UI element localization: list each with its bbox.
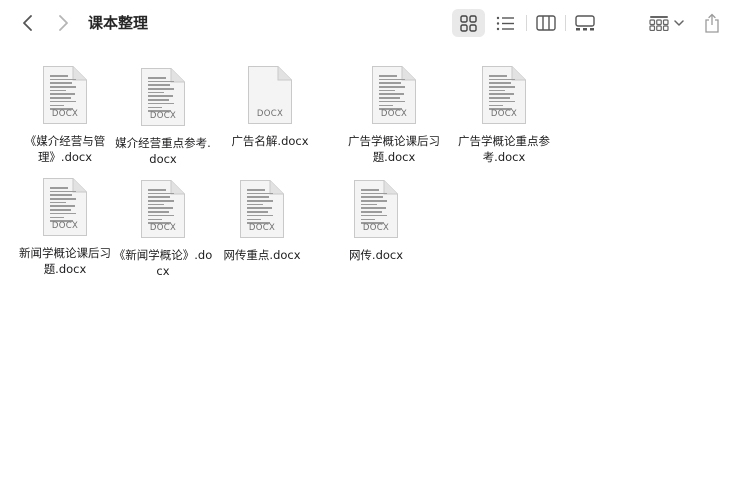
- docx-file-icon: DOCX: [247, 65, 293, 125]
- chevron-right-icon: [59, 15, 68, 31]
- list-view-icon: [496, 16, 514, 30]
- file-name-label: 网传重点.docx: [223, 248, 301, 262]
- finder-toolbar: 课本整理: [0, 0, 739, 46]
- grid-view-icon: [460, 14, 477, 32]
- file-item[interactable]: DOCX 广告学概论重点参考.docx: [454, 65, 554, 165]
- document-preview-lines: [379, 75, 405, 112]
- docx-file-icon: DOCX: [140, 67, 186, 127]
- document-preview-lines: [247, 189, 273, 226]
- file-extension-label: DOCX: [149, 223, 177, 233]
- group-by-icon: [648, 16, 669, 31]
- file-extension-label: DOCX: [248, 223, 276, 233]
- document-preview-lines: [50, 187, 76, 224]
- column-view-button[interactable]: [529, 9, 562, 37]
- chevron-left-icon: [23, 15, 32, 31]
- docx-file-icon: DOCX: [42, 177, 88, 237]
- file-extension-label: DOCX: [362, 223, 390, 233]
- file-item[interactable]: DOCX 《新闻学概论》.docx: [113, 179, 213, 279]
- file-name-label: 《新闻学概论》.docx: [113, 248, 213, 278]
- gallery-view-button[interactable]: [568, 9, 601, 37]
- file-item[interactable]: DOCX 媒介经营重点参考.docx: [113, 67, 213, 167]
- file-extension-label: DOCX: [380, 109, 408, 119]
- file-extension-label: DOCX: [490, 109, 518, 119]
- document-preview-lines: [148, 77, 174, 114]
- window-title: 课本整理: [88, 14, 149, 32]
- file-item[interactable]: DOCX 广告学概论课后习题.docx: [344, 65, 444, 165]
- file-name-label: 媒介经营重点参考.docx: [115, 136, 211, 166]
- docx-file-icon: DOCX: [353, 179, 399, 239]
- icon-view-button[interactable]: [452, 9, 485, 37]
- docx-file-icon: DOCX: [239, 179, 285, 239]
- docx-file-icon: DOCX: [481, 65, 527, 125]
- column-view-icon: [535, 15, 556, 31]
- file-name-label: 网传.docx: [348, 248, 404, 262]
- docx-file-icon: DOCX: [42, 65, 88, 125]
- file-name-label: 新闻学概论课后习题.docx: [19, 246, 111, 276]
- share-button[interactable]: [698, 9, 726, 37]
- group-by-button[interactable]: [644, 9, 688, 37]
- file-name-label: 广告学概论重点参考.docx: [458, 134, 550, 164]
- file-extension-label: DOCX: [256, 109, 284, 119]
- file-item[interactable]: DOCX 网传.docx: [326, 179, 426, 263]
- document-preview-lines: [489, 75, 515, 112]
- file-extension-label: DOCX: [51, 221, 79, 231]
- file-name-label: 广告名解.docx: [231, 134, 309, 148]
- file-name-label: 广告学概论课后习题.docx: [348, 134, 440, 164]
- file-name-label: 《媒介经营与管理》.docx: [24, 134, 106, 164]
- toolbar-divider: [565, 15, 566, 31]
- file-extension-label: DOCX: [51, 109, 79, 119]
- gallery-view-icon: [574, 15, 595, 31]
- forward-button[interactable]: [50, 10, 76, 36]
- toolbar-divider: [526, 15, 527, 31]
- share-icon: [705, 13, 719, 33]
- back-button[interactable]: [15, 10, 41, 36]
- document-preview-lines: [50, 75, 76, 112]
- file-item[interactable]: DOCX 网传重点.docx: [212, 179, 312, 263]
- chevron-down-icon: [673, 20, 684, 26]
- docx-file-icon: DOCX: [140, 179, 186, 239]
- file-extension-label: DOCX: [149, 111, 177, 121]
- file-item[interactable]: DOCX 新闻学概论课后习题.docx: [15, 177, 115, 277]
- file-item[interactable]: DOCX 广告名解.docx: [220, 65, 320, 149]
- document-preview-lines: [148, 189, 174, 226]
- file-item[interactable]: DOCX 《媒介经营与管理》.docx: [15, 65, 115, 165]
- document-preview-lines: [361, 189, 387, 226]
- docx-file-icon: DOCX: [371, 65, 417, 125]
- list-view-button[interactable]: [489, 9, 522, 37]
